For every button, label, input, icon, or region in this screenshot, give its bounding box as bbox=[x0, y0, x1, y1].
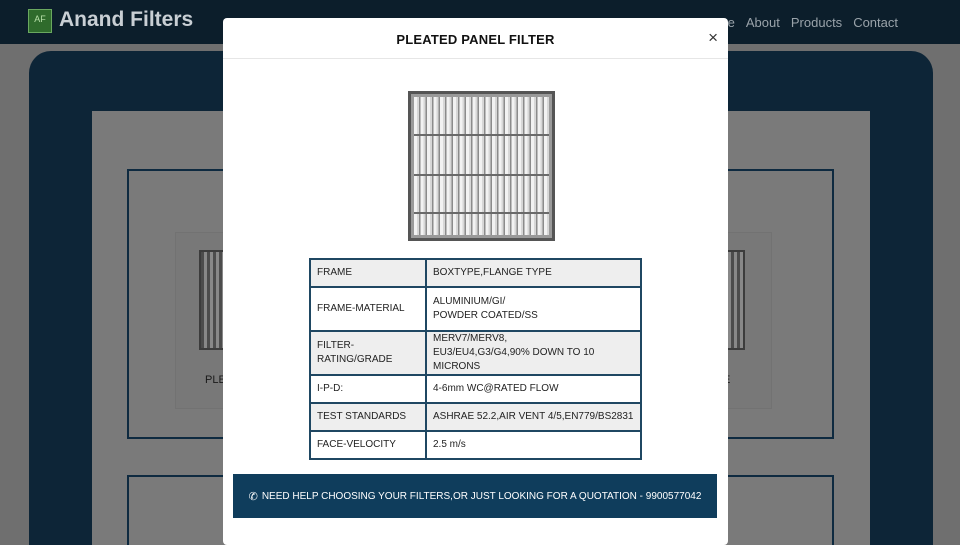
spec-value: ASHRAE 52.2,AIR VENT 4/5,EN779/BS2831 bbox=[425, 402, 642, 432]
spec-key: TEST STANDARDS bbox=[309, 402, 427, 432]
close-button[interactable]: × bbox=[708, 28, 718, 48]
table-row: TEST STANDARDS ASHRAE 52.2,AIR VENT 4/5,… bbox=[309, 402, 642, 432]
nav-about[interactable]: About bbox=[746, 15, 780, 30]
phone-icon: ✆ bbox=[248, 490, 258, 503]
table-row: FRAME BOXTYPE,FLANGE TYPE bbox=[309, 258, 642, 288]
nav-links: Home About Products Contact bbox=[700, 15, 898, 30]
spec-value-line: MERV7/MERV8, bbox=[433, 333, 508, 344]
nav-products[interactable]: Products bbox=[791, 15, 842, 30]
spec-value-line: ALUMINIUM/GI/ bbox=[433, 296, 506, 307]
spec-key: I-P-D: bbox=[309, 374, 427, 404]
spec-value: ALUMINIUM/GI/ POWDER COATED/SS bbox=[425, 286, 642, 332]
product-modal: PLEATED PANEL FILTER × FRAME BOXTYPE,FLA… bbox=[223, 18, 728, 545]
table-row: FACE-VELOCITY 2.5 m/s bbox=[309, 430, 642, 460]
table-row: I-P-D: 4-6mm WC@RATED FLOW bbox=[309, 374, 642, 404]
cta-text: NEED HELP CHOOSING YOUR FILTERS,OR JUST … bbox=[261, 490, 702, 502]
modal-header: PLEATED PANEL FILTER × bbox=[223, 18, 728, 59]
spec-key: FRAME bbox=[309, 258, 427, 288]
spec-key: FACE-VELOCITY bbox=[309, 430, 427, 460]
spec-table: FRAME BOXTYPE,FLANGE TYPE FRAME-MATERIAL… bbox=[309, 258, 642, 460]
spec-value: 4-6mm WC@RATED FLOW bbox=[425, 374, 642, 404]
table-row: FILTER-RATING/GRADE MERV7/MERV8, EU3/EU4… bbox=[309, 330, 642, 376]
spec-key: FRAME-MATERIAL bbox=[309, 286, 427, 332]
table-row: FRAME-MATERIAL ALUMINIUM/GI/ POWDER COAT… bbox=[309, 286, 642, 332]
logo-icon[interactable]: AF bbox=[28, 9, 52, 33]
spec-value: 2.5 m/s bbox=[425, 430, 642, 460]
brand-name[interactable]: Anand Filters bbox=[59, 8, 193, 32]
spec-value: MERV7/MERV8, EU3/EU4,G3/G4,90% DOWN TO 1… bbox=[425, 330, 642, 376]
quotation-cta-button[interactable]: ✆ NEED HELP CHOOSING YOUR FILTERS,OR JUS… bbox=[233, 474, 717, 518]
spec-value-line: EU3/EU4,G3/G4,90% DOWN TO 10 MICRONS bbox=[433, 347, 595, 372]
filter-image bbox=[408, 91, 558, 243]
spec-key: FILTER-RATING/GRADE bbox=[309, 330, 427, 376]
modal-title: PLEATED PANEL FILTER bbox=[396, 32, 555, 47]
spec-value-line: POWDER COATED/SS bbox=[433, 310, 538, 321]
nav-contact[interactable]: Contact bbox=[853, 15, 898, 30]
logo-text: AF bbox=[34, 14, 46, 24]
spec-value: BOXTYPE,FLANGE TYPE bbox=[425, 258, 642, 288]
